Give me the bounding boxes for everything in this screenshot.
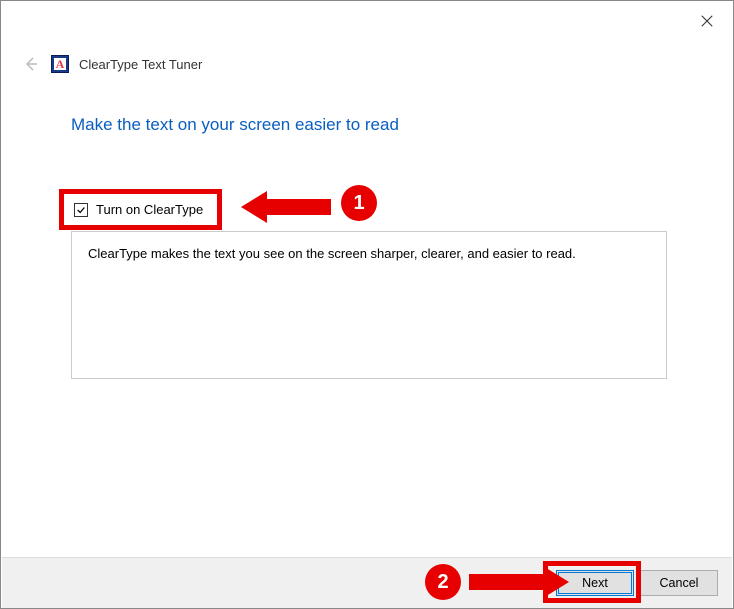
annotation-badge-1: 1 [341, 185, 377, 221]
checkmark-icon [76, 205, 86, 215]
app-icon [51, 55, 69, 73]
description-text: ClearType makes the text you see on the … [88, 246, 576, 261]
turn-on-cleartype-checkbox[interactable] [74, 203, 88, 217]
back-arrow-icon [23, 56, 39, 72]
page-heading: Make the text on your screen easier to r… [71, 115, 399, 135]
checkbox-label: Turn on ClearType [96, 202, 203, 217]
annotation-arrow-2 [469, 566, 569, 598]
description-box: ClearType makes the text you see on the … [71, 231, 667, 379]
back-button[interactable] [23, 55, 41, 73]
close-button[interactable] [697, 11, 717, 31]
annotation-badge-2: 2 [425, 564, 461, 600]
footer: Next Cancel [2, 558, 732, 608]
window-title: ClearType Text Tuner [79, 57, 202, 72]
checkbox-highlight: Turn on ClearType [59, 189, 222, 230]
header: ClearType Text Tuner [23, 55, 202, 73]
annotation-arrow-1 [241, 191, 331, 223]
cleartype-tuner-window: ClearType Text Tuner Make the text on yo… [0, 0, 734, 609]
close-icon [700, 14, 714, 28]
cancel-button[interactable]: Cancel [640, 570, 718, 596]
